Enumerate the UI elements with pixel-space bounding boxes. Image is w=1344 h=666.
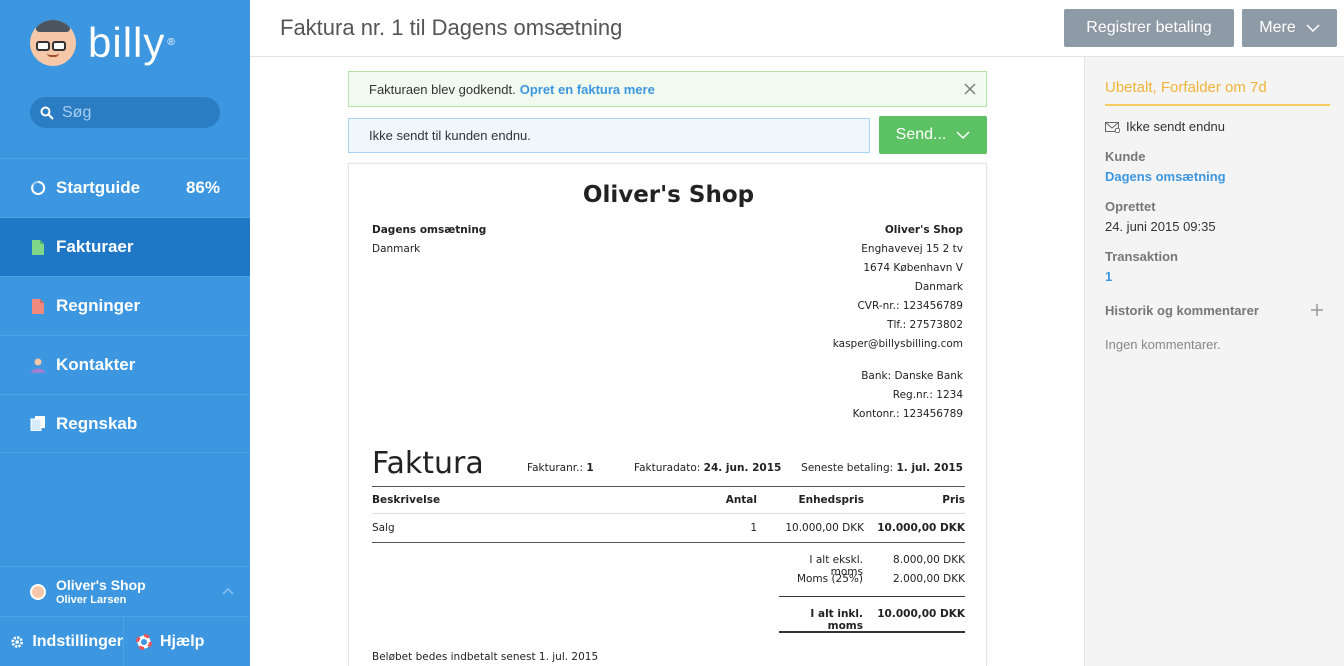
recipient-country: Danmark <box>372 243 421 255</box>
sidebar-item-label: Startguide <box>56 178 141 197</box>
sidebar-nav: Startguide 86% Fakturaer Regninger Konta… <box>0 158 250 453</box>
page-title: Faktura nr. 1 til Dagens omsætning <box>280 15 623 40</box>
gear-icon <box>11 635 23 648</box>
invoice-bank-details: Bank: Danske Bank Reg.nr.: 1234 Kontonr.… <box>853 367 963 424</box>
send-status-info: Ikke sendt til kunden endnu. <box>348 118 870 153</box>
recipient-name: Dagens omsætning <box>372 224 487 236</box>
sidebar-item-label: Regninger <box>56 296 141 315</box>
chevron-up-icon <box>222 587 234 595</box>
close-icon[interactable] <box>964 83 976 95</box>
invoice-document: Oliver's Shop Dagens omsætning Danmark O… <box>348 163 987 666</box>
sender-phone: Tlf.: 27573802 <box>887 319 963 331</box>
table-row: Salg 1 10.000,00 DKK 10.000,00 DKK <box>372 522 965 534</box>
customer-label: Kunde <box>1105 149 1146 164</box>
transaction-label: Transaktion <box>1105 249 1178 264</box>
startguide-progress: 86% <box>185 178 220 197</box>
sender-city: 1674 København V <box>863 262 963 274</box>
send-button[interactable]: Send... <box>879 116 987 154</box>
user-name: Oliver Larsen <box>56 593 127 606</box>
search-box[interactable] <box>30 97 220 128</box>
divider <box>372 486 965 487</box>
no-comments-text: Ingen kommentarer. <box>1105 337 1221 352</box>
sender-email: kasper@billysbilling.com <box>832 338 963 350</box>
vat-row: Moms (25%) 2.000,00 DKK <box>796 573 965 585</box>
invoice-shop-name: Oliver's Shop <box>582 182 755 208</box>
sent-status: Ikke sendt endnu <box>1105 119 1225 134</box>
sender-cvr: CVR-nr.: 123456789 <box>857 300 963 312</box>
settings-label: Indstillinger <box>32 632 123 650</box>
sidebar-item-label: Regnskab <box>56 413 138 433</box>
success-alert: Fakturaen blev godkendt. Opret en faktur… <box>348 71 987 107</box>
divider <box>372 513 965 514</box>
sender-name: Oliver's Shop <box>884 224 963 236</box>
avatar <box>30 583 46 600</box>
lifebuoy-icon <box>136 633 152 650</box>
payment-note: Beløbet bedes indbetalt senest 1. jul. 2… <box>372 651 599 663</box>
bill-icon <box>30 298 46 314</box>
invoice-due-date: Seneste betaling: 1. jul. 2015 <box>801 462 963 474</box>
success-text: Fakturaen blev godkendt. <box>369 81 516 97</box>
invoice-sender: Oliver's Shop Enghavevej 15 2 tv 1674 Kø… <box>833 221 963 354</box>
transaction-link[interactable]: 1 <box>1105 269 1112 284</box>
divider <box>779 596 965 597</box>
sidebar-item-regninger[interactable]: Regninger <box>0 276 250 335</box>
customer-link[interactable]: Dagens omsætning <box>1105 169 1226 184</box>
more-label: Mere <box>1259 19 1296 36</box>
contact-icon <box>30 357 46 373</box>
history-label: Historik og kommentarer <box>1105 303 1259 318</box>
sidebar-item-kontakter[interactable]: Kontakter <box>0 335 250 394</box>
search-icon <box>40 106 54 120</box>
bank-reg: Reg.nr.: 1234 <box>892 389 963 401</box>
sender-country: Danmark <box>914 281 963 293</box>
help-button[interactable]: Hjælp <box>124 617 204 666</box>
logo-text: billy ® <box>88 19 176 66</box>
sidebar: billy® Startguide 86% Fakturaer Regninge… <box>0 0 250 666</box>
user-switcher[interactable]: Oliver's Shop Oliver Larsen <box>0 566 250 616</box>
sender-street: Enghavevej 15 2 tv <box>861 243 963 255</box>
bank-account: Kontonr.: 123456789 <box>852 408 963 420</box>
sidebar-item-startguide[interactable]: Startguide 86% <box>0 158 250 217</box>
add-comment-icon[interactable] <box>1310 303 1324 317</box>
sidebar-item-fakturaer[interactable]: Fakturaer <box>0 217 250 276</box>
create-another-invoice-link[interactable]: Opret en faktura mere <box>520 82 655 97</box>
table-header: Beskrivelse Antal Enhedspris Pris <box>372 494 965 506</box>
sidebar-item-label: Fakturaer <box>56 237 134 256</box>
bank-name: Bank: Danske Bank <box>861 370 963 382</box>
help-label: Hjælp <box>160 632 205 650</box>
created-value: 24. juni 2015 09:35 <box>1105 219 1216 234</box>
sidebar-footer: Indstillinger Hjælp <box>0 616 250 666</box>
invoice-heading: Faktura <box>372 446 484 481</box>
search-input[interactable] <box>62 103 212 122</box>
billy-face-icon <box>30 20 76 66</box>
total-row: I alt inkl. moms 10.000,00 DKK <box>810 608 965 632</box>
divider <box>779 631 965 633</box>
send-label: Send... <box>895 126 947 143</box>
divider <box>372 542 965 543</box>
send-status-text: Ikke sendt til kunden endnu. <box>369 128 531 143</box>
billy-logo[interactable]: billy ® <box>30 20 176 66</box>
invoice-icon <box>30 239 46 255</box>
chevron-down-icon <box>956 131 970 139</box>
sidebar-item-label: Kontakter <box>56 355 136 374</box>
invoice-details-panel: Ubetalt, Forfalder om 7d Ikke sendt endn… <box>1084 57 1344 666</box>
invoice-number: Fakturanr.: 1 <box>527 462 594 474</box>
main-content: Fakturaen blev godkendt. Opret en faktur… <box>250 57 1084 666</box>
subtotal-row: I alt ekskl. moms 8.000,00 DKK <box>809 554 965 578</box>
progress-ring-icon <box>30 180 46 196</box>
organization-name: Oliver's Shop <box>56 576 146 593</box>
more-button[interactable]: Mere <box>1242 9 1337 47</box>
chevron-down-icon <box>1306 24 1320 32</box>
created-label: Oprettet <box>1105 199 1156 214</box>
invoice-date: Fakturadato: 24. jun. 2015 <box>634 462 782 474</box>
invoice-recipient: Dagens omsætning Danmark <box>372 221 486 259</box>
envelope-icon <box>1105 122 1120 134</box>
settings-button[interactable]: Indstillinger <box>0 617 124 666</box>
top-bar: Faktura nr. 1 til Dagens omsætning Regis… <box>250 0 1344 57</box>
sidebar-item-regnskab[interactable]: Regnskab <box>0 394 250 453</box>
accounting-icon <box>30 416 46 432</box>
payment-status: Ubetalt, Forfalder om 7d <box>1105 79 1330 106</box>
register-payment-button[interactable]: Registrer betaling <box>1064 9 1234 47</box>
